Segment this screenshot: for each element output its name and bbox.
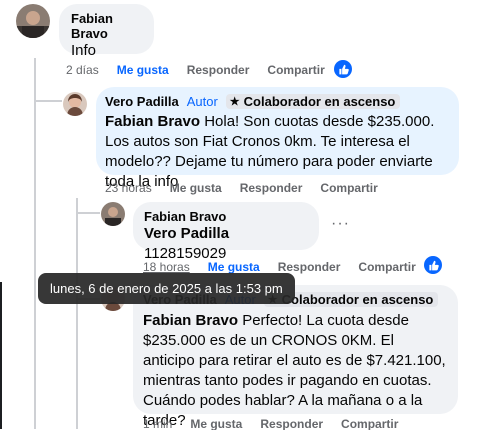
- comment-timestamp[interactable]: 1 min: [143, 418, 172, 430]
- mention-link[interactable]: Fabian Bravo: [105, 113, 200, 130]
- comment-author[interactable]: Fabian Bravo: [71, 11, 142, 41]
- comment-text: Vero Padilla 1128159029: [144, 224, 308, 264]
- comment-bubble-3: Fabian Bravo Vero Padilla 1128159029: [133, 202, 319, 262]
- more-options-icon[interactable]: ···: [331, 215, 350, 233]
- like-reaction-icon[interactable]: [424, 256, 442, 274]
- thread-line-nested: [76, 198, 78, 429]
- avatar-vero-padilla[interactable]: [63, 92, 87, 116]
- reply-button[interactable]: Responder: [278, 260, 341, 274]
- comment-bubble-4: Vero Padilla Autor ★ Colaborador en asce…: [133, 285, 458, 429]
- share-button[interactable]: Compartir: [341, 418, 398, 430]
- star-icon: ★: [229, 96, 240, 108]
- mention-link[interactable]: Fabian Bravo: [143, 312, 238, 329]
- mention-link[interactable]: Vero Padilla: [144, 225, 229, 242]
- thread-line-highlight: [0, 282, 2, 429]
- timestamp-tooltip: lunes, 6 de enero de 2025 a las 1:53 pm: [38, 273, 295, 304]
- like-button[interactable]: Me gusta: [190, 418, 242, 430]
- comment-body: Perfecto! La cuota desde $235.000 es de …: [143, 312, 446, 429]
- share-button[interactable]: Compartir: [320, 181, 377, 195]
- reply-button[interactable]: Responder: [187, 63, 250, 77]
- share-button[interactable]: Compartir: [358, 260, 415, 274]
- comment-text: Fabian Bravo Perfecto! La cuota desde $2…: [143, 311, 448, 431]
- like-button[interactable]: Me gusta: [117, 63, 169, 77]
- contributor-badge[interactable]: ★ Colaborador en ascenso: [225, 94, 401, 109]
- thread-connector-1: [34, 100, 62, 102]
- comment-timestamp[interactable]: 18 horas: [143, 260, 190, 274]
- share-button[interactable]: Compartir: [267, 63, 324, 77]
- like-reaction-icon[interactable]: [334, 60, 352, 78]
- comment-timestamp[interactable]: 23 horas: [105, 181, 152, 195]
- comment-actions-4: 1 min Me gusta Responder Compartir: [143, 418, 416, 430]
- avatar-fabian-bravo[interactable]: [16, 4, 50, 38]
- comment-timestamp[interactable]: 2 días: [66, 63, 99, 77]
- thread-line-main: [34, 58, 36, 429]
- like-button[interactable]: Me gusta: [208, 260, 260, 274]
- thread-connector-2: [76, 212, 100, 214]
- comment-text: Info: [71, 42, 97, 59]
- comment-author[interactable]: Vero Padilla: [105, 94, 179, 109]
- avatar-fabian-bravo[interactable]: [101, 202, 125, 226]
- like-button[interactable]: Me gusta: [170, 181, 222, 195]
- comment-actions-1: 2 días Me gusta Responder Compartir: [66, 62, 343, 78]
- reply-button[interactable]: Responder: [260, 418, 323, 430]
- reply-button[interactable]: Responder: [240, 181, 303, 195]
- author-tag: Autor: [186, 94, 218, 109]
- badge-label: Colaborador en ascenso: [281, 291, 434, 307]
- badge-label: Colaborador en ascenso: [243, 94, 396, 109]
- comment-bubble-2: Vero Padilla Autor ★ Colaborador en asce…: [96, 87, 459, 190]
- comment-actions-2: 23 horas Me gusta Responder Compartir: [105, 180, 396, 196]
- comment-bubble-1: Fabian Bravo Info: [59, 4, 154, 59]
- comment-author[interactable]: Fabian Bravo: [144, 209, 308, 224]
